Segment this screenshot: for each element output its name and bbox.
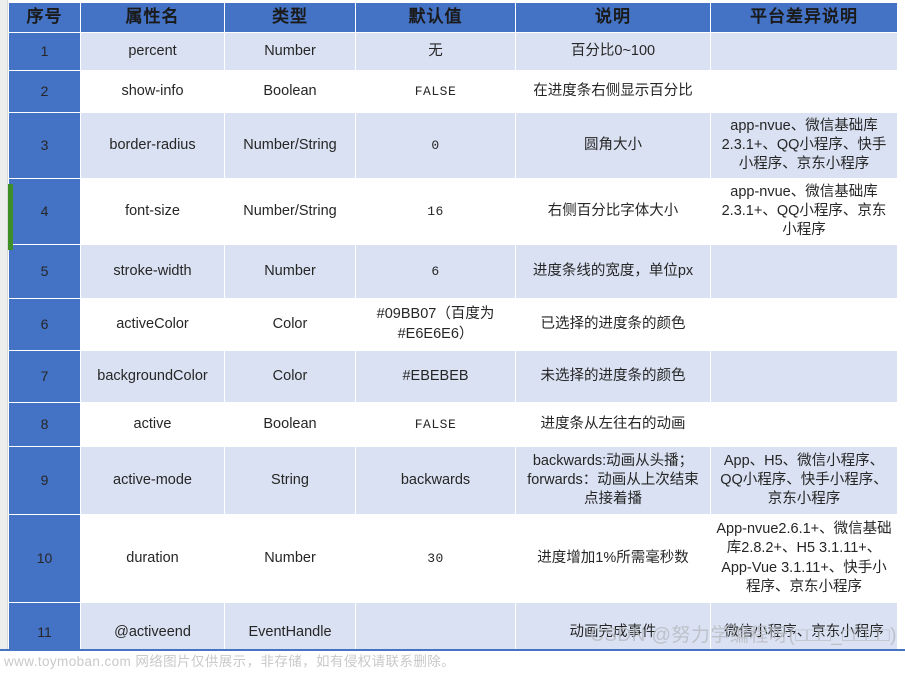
cell-platform[interactable]: app-nvue、微信基础库2.3.1+、QQ小程序、京东小程序 xyxy=(710,178,898,245)
spreadsheet-canvas: 序号 属性名 类型 默认值 说明 平台差异说明 1 percent Number… xyxy=(0,0,905,673)
cell-index[interactable]: 8 xyxy=(8,402,81,447)
table-row[interactable]: 5 stroke-width Number 6 进度条线的宽度，单位px xyxy=(8,244,898,299)
cell-name[interactable]: stroke-width xyxy=(80,244,225,299)
cell-name[interactable]: duration xyxy=(80,514,225,603)
column-header-platform[interactable]: 平台差异说明 xyxy=(710,2,898,33)
cell-name[interactable]: active-mode xyxy=(80,446,225,515)
cell-name[interactable]: percent xyxy=(80,32,225,71)
cell-type[interactable]: String xyxy=(224,446,356,515)
column-header-index[interactable]: 序号 xyxy=(8,2,81,33)
cell-index[interactable]: 3 xyxy=(8,112,81,179)
cell-desc[interactable]: 进度条线的宽度，单位px xyxy=(515,244,711,299)
cell-name[interactable]: backgroundColor xyxy=(80,350,225,403)
cell-index[interactable]: 9 xyxy=(8,446,81,515)
cell-desc[interactable]: 百分比0~100 xyxy=(515,32,711,71)
cell-platform[interactable] xyxy=(710,402,898,447)
cell-type[interactable]: Number/String xyxy=(224,112,356,179)
cell-index[interactable]: 5 xyxy=(8,244,81,299)
cell-platform[interactable]: app-nvue、微信基础库2.3.1+、QQ小程序、快手小程序、京东小程序 xyxy=(710,112,898,179)
right-gutter xyxy=(897,0,905,649)
cell-type[interactable]: Number xyxy=(224,32,356,71)
cell-default[interactable]: 30 xyxy=(355,514,516,603)
cell-name[interactable]: show-info xyxy=(80,70,225,113)
cell-index[interactable]: 4 xyxy=(8,178,81,245)
table-body: 1 percent Number 无 百分比0~100 2 show-info … xyxy=(8,32,898,663)
column-header-name[interactable]: 属性名 xyxy=(80,2,225,33)
cell-default[interactable]: 0 xyxy=(355,112,516,179)
cell-default[interactable]: FALSE xyxy=(355,70,516,113)
cell-desc[interactable]: 未选择的进度条的颜色 xyxy=(515,350,711,403)
cell-platform[interactable] xyxy=(710,244,898,299)
cell-desc[interactable]: 进度条从左往右的动画 xyxy=(515,402,711,447)
table-row[interactable]: 9 active-mode String backwards backwards… xyxy=(8,446,898,515)
cell-type[interactable]: Boolean xyxy=(224,402,356,447)
cell-default[interactable]: 16 xyxy=(355,178,516,245)
cell-desc[interactable]: 在进度条右侧显示百分比 xyxy=(515,70,711,113)
row-selection-marker xyxy=(8,184,13,250)
table-row[interactable]: 1 percent Number 无 百分比0~100 xyxy=(8,32,898,71)
cell-desc[interactable]: 圆角大小 xyxy=(515,112,711,179)
cell-default[interactable]: 6 xyxy=(355,244,516,299)
cell-name[interactable]: border-radius xyxy=(80,112,225,179)
table-row[interactable]: 7 backgroundColor Color #EBEBEB 未选择的进度条的… xyxy=(8,350,898,403)
cell-desc[interactable]: 右侧百分比字体大小 xyxy=(515,178,711,245)
table-row[interactable]: 10 duration Number 30 进度增加1%所需毫秒数 App-nv… xyxy=(8,514,898,603)
row-header-gutter xyxy=(0,0,8,673)
cell-type[interactable]: Color xyxy=(224,298,356,351)
table-header-row: 序号 属性名 类型 默认值 说明 平台差异说明 xyxy=(8,2,898,33)
table-row[interactable]: 2 show-info Boolean FALSE 在进度条右侧显示百分比 xyxy=(8,70,898,113)
table-row[interactable]: 8 active Boolean FALSE 进度条从左往右的动画 xyxy=(8,402,898,447)
column-header-type[interactable]: 类型 xyxy=(224,2,356,33)
cell-platform[interactable] xyxy=(710,70,898,113)
column-header-default[interactable]: 默认值 xyxy=(355,2,516,33)
cell-platform[interactable] xyxy=(710,350,898,403)
cell-type[interactable]: Number xyxy=(224,244,356,299)
cell-name[interactable]: activeColor xyxy=(80,298,225,351)
cell-desc[interactable]: 已选择的进度条的颜色 xyxy=(515,298,711,351)
cell-index[interactable]: 2 xyxy=(8,70,81,113)
cell-desc[interactable]: 进度增加1%所需毫秒数 xyxy=(515,514,711,603)
cell-name[interactable]: font-size xyxy=(80,178,225,245)
cell-platform[interactable] xyxy=(710,32,898,71)
cell-default[interactable]: backwards xyxy=(355,446,516,515)
properties-table: 序号 属性名 类型 默认值 说明 平台差异说明 1 percent Number… xyxy=(8,2,898,663)
cell-index[interactable]: 6 xyxy=(8,298,81,351)
site-watermark: www.toymoban.com 网络图片仅供展示，非存储，如有侵权请联系删除。 xyxy=(0,649,905,673)
table-row[interactable]: 4 font-size Number/String 16 右侧百分比字体大小 a… xyxy=(8,178,898,245)
table-row[interactable]: 6 activeColor Color #09BB07（百度为#E6E6E6） … xyxy=(8,298,898,351)
cell-type[interactable]: Color xyxy=(224,350,356,403)
cell-platform[interactable]: App、H5、微信小程序、QQ小程序、快手小程序、京东小程序 xyxy=(710,446,898,515)
column-header-desc[interactable]: 说明 xyxy=(515,2,711,33)
cell-default[interactable]: #EBEBEB xyxy=(355,350,516,403)
cell-type[interactable]: Number/String xyxy=(224,178,356,245)
cell-index[interactable]: 10 xyxy=(8,514,81,603)
cell-type[interactable]: Boolean xyxy=(224,70,356,113)
cell-platform[interactable]: App-nvue2.6.1+、微信基础库2.8.2+、H5 3.1.11+、Ap… xyxy=(710,514,898,603)
cell-name[interactable]: active xyxy=(80,402,225,447)
cell-index[interactable]: 1 xyxy=(8,32,81,71)
cell-platform[interactable] xyxy=(710,298,898,351)
cell-type[interactable]: Number xyxy=(224,514,356,603)
cell-default[interactable]: FALSE xyxy=(355,402,516,447)
table-row[interactable]: 3 border-radius Number/String 0 圆角大小 app… xyxy=(8,112,898,179)
cell-default[interactable]: #09BB07（百度为#E6E6E6） xyxy=(355,298,516,351)
cell-default[interactable]: 无 xyxy=(355,32,516,71)
cell-index[interactable]: 7 xyxy=(8,350,81,403)
cell-desc[interactable]: backwards:动画从头播；forwards：动画从上次结束点接着播 xyxy=(515,446,711,515)
